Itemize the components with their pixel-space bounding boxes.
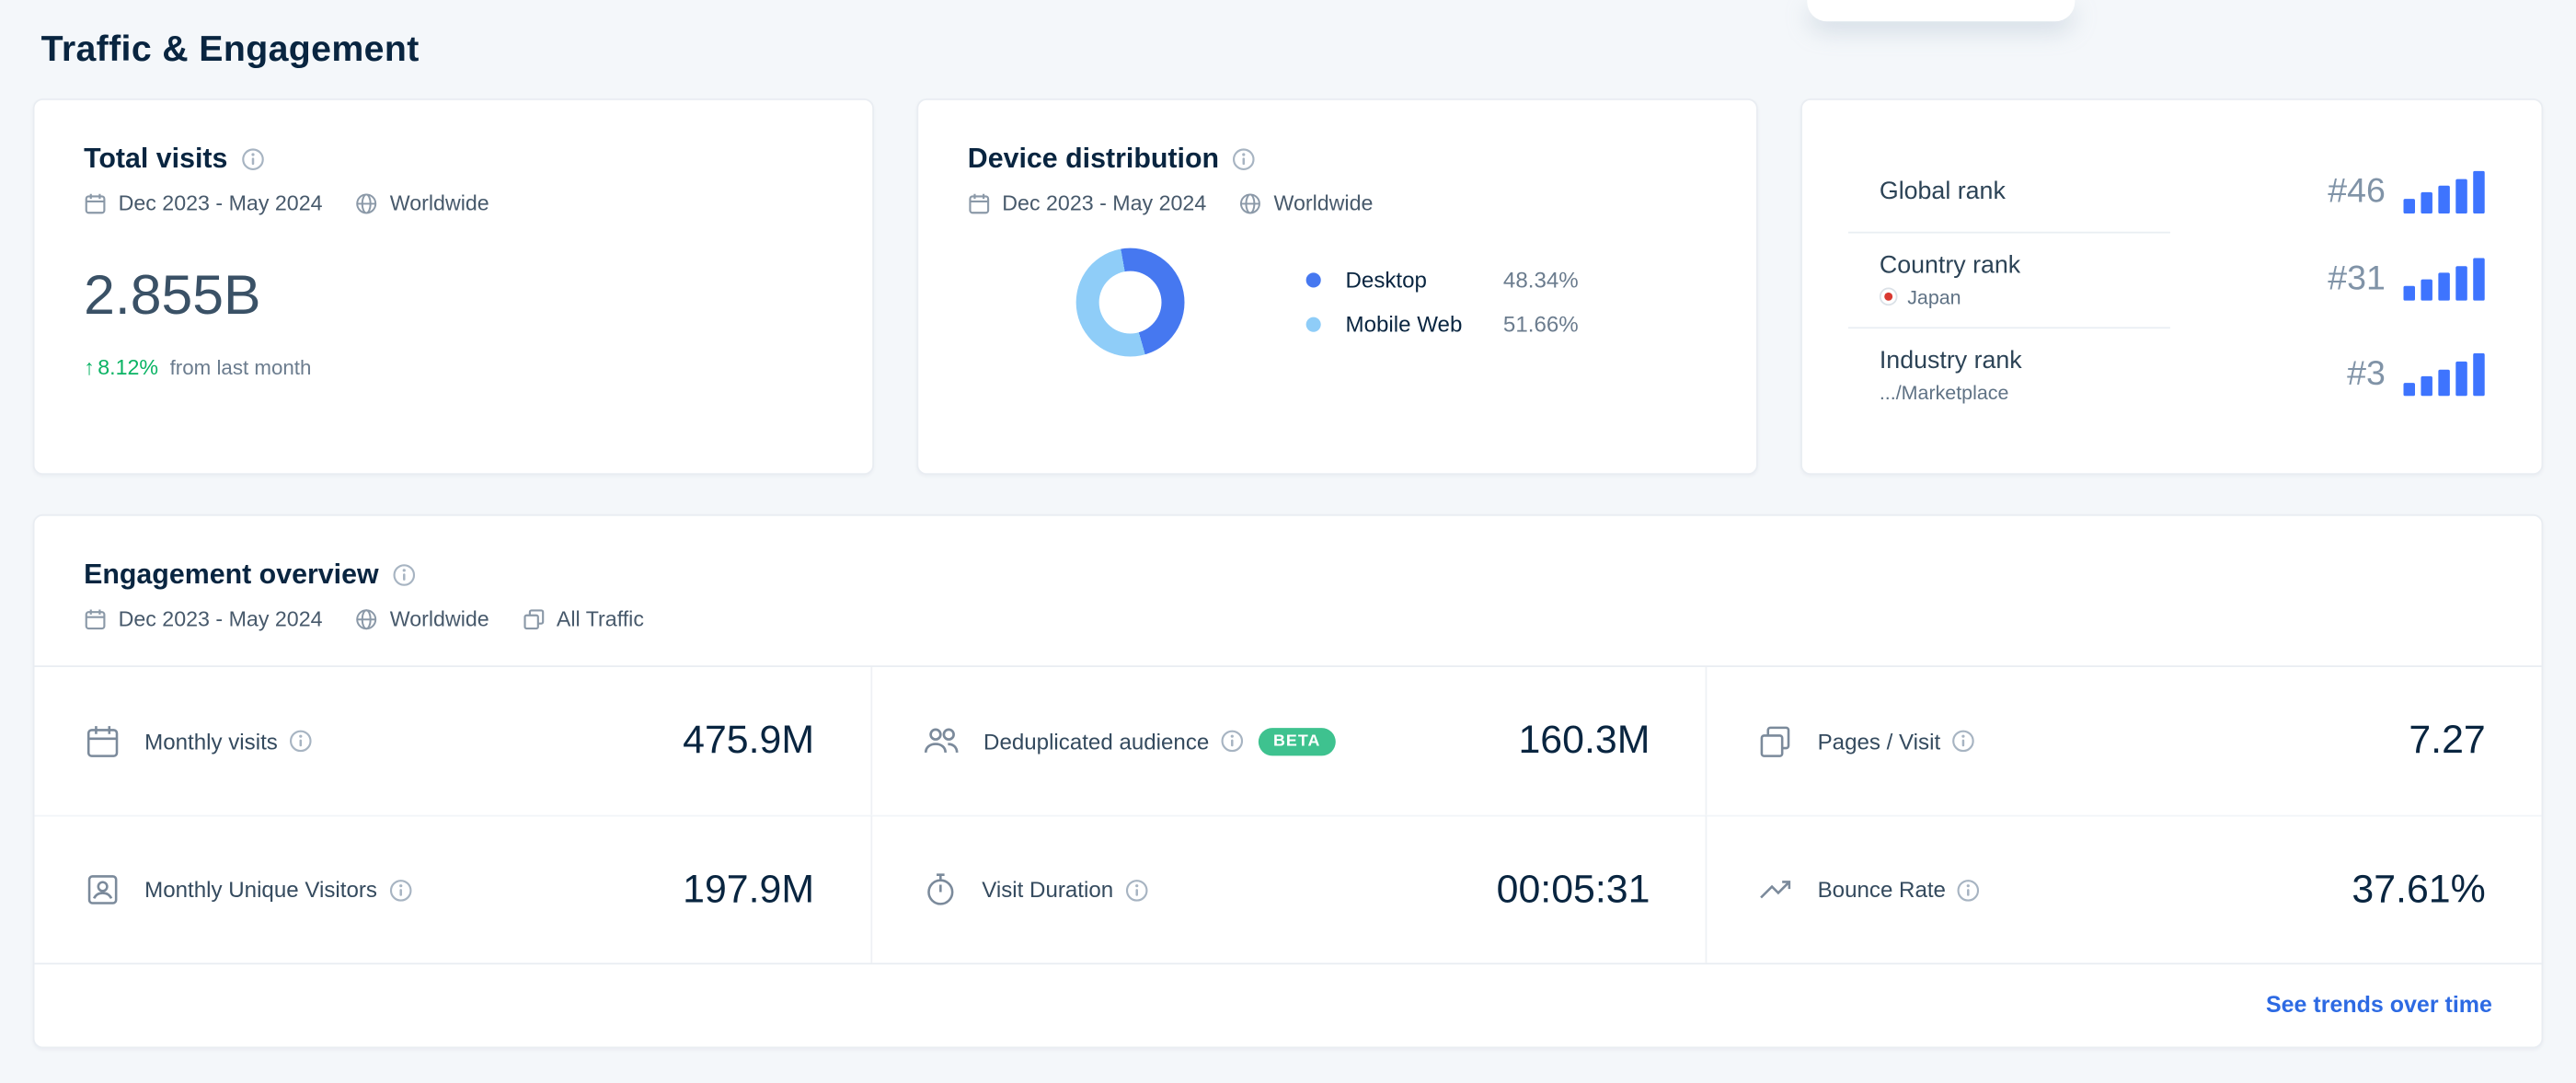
stopwatch-icon (921, 870, 959, 908)
calendar-icon (968, 191, 991, 214)
metric-bounce-rate: Bounce Rate 37.61% (1706, 814, 2542, 963)
pages-icon (1757, 722, 1795, 760)
region-label: Worldwide (389, 605, 489, 631)
info-icon[interactable] (1221, 730, 1244, 753)
legend-item-mobile-web[interactable]: Mobile Web 51.66% (1305, 312, 1579, 337)
metrics-grid: Monthly visits 475.9M Deduplicated audie… (34, 666, 2542, 963)
info-icon[interactable] (1952, 730, 1975, 753)
region-label: Worldwide (1273, 190, 1374, 215)
bounce-arrow-icon (1757, 870, 1795, 908)
person-badge-icon (84, 870, 121, 908)
global-rank-value: #46 (2328, 171, 2386, 210)
mobile-web-dot-icon (1305, 317, 1321, 332)
traffic-type-label: All Traffic (556, 605, 644, 631)
top-cards-row: Total visits Dec 2023 - May 2024 Worldwi… (32, 98, 2544, 476)
engagement-overview-card: Engagement overview Dec 2023 - May 2024 … (32, 513, 2544, 1049)
legend-item-desktop[interactable]: Desktop 48.34% (1305, 268, 1579, 293)
floating-panel-partial (1807, 0, 2076, 22)
info-icon[interactable] (392, 563, 415, 586)
beta-badge: BETA (1258, 727, 1336, 755)
global-rank-row: Global rank #46 (1802, 152, 2542, 231)
industry-rank-row: Industry rank .../Marketplace #3 (1802, 328, 2542, 421)
desktop-dot-icon (1305, 272, 1321, 288)
country-rank-label: Country rank (1879, 250, 2021, 279)
visit-duration-value: 00:05:31 (1496, 866, 1650, 912)
calendar-icon (84, 607, 107, 630)
globe-icon (355, 607, 378, 630)
pages-per-visit-value: 7.27 (2409, 718, 2486, 763)
device-distribution-card: Device distribution Dec 2023 - May 2024 … (916, 98, 1758, 476)
info-icon[interactable] (388, 878, 411, 901)
metric-pages-per-visit: Pages / Visit 7.27 (1706, 666, 2541, 815)
calendar-icon (84, 722, 121, 760)
dashboard-page: Traffic & Engagement Total visits Dec 20… (0, 0, 2576, 1083)
metric-monthly-visits: Monthly visits 475.9M (34, 667, 869, 815)
japan-flag-icon (1879, 287, 1898, 306)
date-range: Dec 2023 - May 2024 (118, 605, 323, 631)
global-rank-label: Global rank (1879, 177, 2006, 206)
device-donut-chart (1075, 248, 1185, 357)
bounce-rate-value: 37.61% (2352, 866, 2486, 912)
up-arrow-icon: ↑ (84, 354, 95, 380)
info-icon[interactable] (1125, 878, 1148, 901)
country-rank-row: Country rank Japan #31 (1802, 233, 2542, 327)
traffic-filter-icon (522, 607, 545, 630)
info-icon[interactable] (289, 730, 312, 753)
info-icon[interactable] (1957, 878, 1980, 901)
region-label: Worldwide (389, 190, 489, 215)
total-visits-title: Total visits (84, 143, 228, 175)
calendar-icon (84, 191, 107, 214)
rank-bars-icon (2403, 352, 2495, 397)
rank-bars-icon (2403, 169, 2495, 213)
ranks-card: Global rank #46 Country rank Japan #31 I… (1800, 98, 2544, 476)
industry-rank-label: Industry rank (1879, 345, 2022, 374)
globe-icon (355, 191, 378, 214)
info-icon[interactable] (1232, 148, 1255, 171)
country-name: Japan (1907, 284, 1961, 308)
see-trends-link[interactable]: See trends over time (2266, 991, 2492, 1018)
engagement-overview-title: Engagement overview (84, 559, 379, 591)
total-visits-value: 2.855B (84, 264, 261, 328)
deduplicated-audience-value: 160.3M (1518, 718, 1650, 763)
device-distribution-title: Device distribution (967, 143, 1220, 175)
industry-rank-value: #3 (2347, 354, 2386, 393)
device-legend: Desktop 48.34% Mobile Web 51.66% (1305, 268, 1579, 337)
monthly-unique-visitors-value: 197.9M (683, 866, 815, 912)
total-visits-card: Total visits Dec 2023 - May 2024 Worldwi… (32, 98, 874, 476)
metric-deduplicated-audience: Deduplicated audience BETA 160.3M (869, 666, 1706, 815)
monthly-visits-value: 475.9M (683, 718, 815, 763)
rank-bars-icon (2403, 258, 2495, 301)
globe-icon (1239, 191, 1262, 214)
people-icon (921, 721, 960, 761)
date-range: Dec 2023 - May 2024 (118, 190, 323, 215)
date-range: Dec 2023 - May 2024 (1002, 190, 1207, 215)
country-rank-value: #31 (2328, 259, 2386, 298)
metric-monthly-unique-visitors: Monthly Unique Visitors 197.9M (34, 814, 870, 963)
info-icon[interactable] (241, 148, 264, 171)
change-label: from last month (169, 355, 312, 379)
industry-category: .../Marketplace (1879, 380, 2009, 404)
change-percent: ↑ 8.12% (84, 354, 159, 380)
page-title: Traffic & Engagement (40, 28, 420, 69)
metric-visit-duration: Visit Duration 00:05:31 (869, 814, 1707, 963)
